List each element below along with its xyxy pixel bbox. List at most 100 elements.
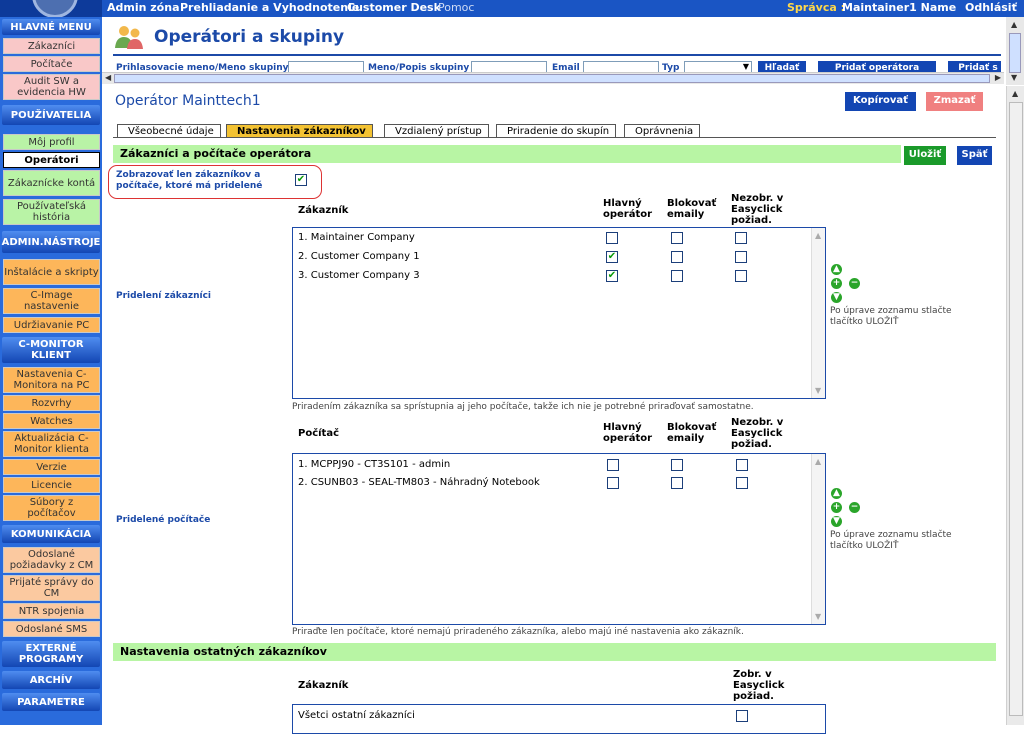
remove-icon[interactable]: − [849,502,860,513]
customer-block-checkbox[interactable] [671,270,683,282]
sidebar-item-instalacie[interactable]: Inštalácie a skripty [3,259,100,285]
nav-admin-zona[interactable]: Admin zóna [107,1,180,14]
copy-button[interactable]: Kopírovať [845,92,916,111]
sidebar-item-watches[interactable]: Watches [3,413,100,429]
tab-vseobecne[interactable]: Všeobecné údaje [117,124,221,138]
header-horizontal-scrollbar[interactable]: ◀ ▶ [102,72,1004,84]
customer-row-name[interactable]: 3. Customer Company 3 [298,270,420,281]
computer-block-checkbox[interactable] [671,477,683,489]
customer-block-checkbox[interactable] [671,251,683,263]
sidebar-item-zakaznici[interactable]: Zákazníci [3,38,100,54]
tab-opravnenia[interactable]: Oprávnenia [624,124,701,138]
scroll-left-icon[interactable]: ◀ [105,73,111,82]
add-group-button[interactable]: Pridať s [948,61,1001,72]
only-assigned-checkbox[interactable]: ✔ [295,174,307,186]
listbox-scrollbar[interactable]: ▲ ▼ [811,228,825,398]
customer-hide-checkbox[interactable] [735,251,747,263]
sidebar-heading-pouzivatelia[interactable]: POUŽÍVATELIA [2,105,100,125]
move-down-icon[interactable]: ▼ [831,292,842,303]
logout-link[interactable]: Odhlásiť [965,1,1017,14]
header-vertical-scrollbar[interactable]: ▲ ▼ [1006,17,1024,85]
sidebar-item-udrziavanie[interactable]: Udržiavanie PC [3,317,100,333]
scroll-right-icon[interactable]: ▶ [995,73,1001,82]
sidebar-item-odoslane-sms[interactable]: Odoslané SMS [3,621,100,637]
tab-nastavenia-zakaznikov[interactable]: Nastavenia zákazníkov [226,124,373,138]
sidebar-heading-komunikacia[interactable]: KOMUNIKÁCIA [2,525,100,543]
sidebar-item-licencie[interactable]: Licencie [3,477,100,493]
tab-vzdialeny-pristup[interactable]: Vzdialený prístup [384,124,489,138]
customers-save-hint: Po úprave zoznamu stlačte tlačítko ULOŽI… [830,306,952,327]
scroll-up-icon[interactable]: ▲ [1012,89,1018,98]
filter-type-select[interactable]: ▼ [684,61,752,72]
sidebar-item-subory[interactable]: Súbory z počítačov [3,495,100,521]
scrollbar-thumb[interactable] [114,74,990,83]
computer-row-name[interactable]: 1. MCPPJ90 - CT3S101 - admin [298,459,450,470]
sidebar-item-moj-profil[interactable]: Môj profil [3,134,100,150]
customer-row-name[interactable]: 1. Maintainer Company [298,232,415,243]
sidebar-heading-archiv[interactable]: ARCHÍV [2,671,100,689]
computers-col-name: Počítač [298,428,340,439]
sidebar-heading-main-menu[interactable]: HLAVNÉ MENU [2,19,100,35]
computer-main-checkbox[interactable] [607,459,619,471]
scrollbar-thumb[interactable] [1009,33,1021,73]
sidebar-heading-externe[interactable]: EXTERNÉ PROGRAMY [2,641,100,667]
sidebar-item-verzie[interactable]: Verzie [3,459,100,475]
filter-email-input[interactable] [583,61,659,72]
computer-hide-checkbox[interactable] [736,459,748,471]
remove-icon[interactable]: − [849,278,860,289]
computer-row-name[interactable]: 2. CSUNB03 - SEAL-TM803 - Náhradný Noteb… [298,477,540,488]
computer-hide-checkbox[interactable] [736,477,748,489]
listbox-scrollbar[interactable]: ▲ ▼ [811,454,825,624]
add-operator-button[interactable]: Pridať operátora [818,61,936,72]
sidebar-item-nastavenia-cm[interactable]: Nastavenia C-Monitora na PC [3,367,100,393]
sidebar-item-aktualizacia[interactable]: Aktualizácia C-Monitor klienta [3,431,100,457]
customer-main-checkbox[interactable]: ✔ [606,270,618,282]
add-icon[interactable]: + [831,278,842,289]
nav-prehliadanie[interactable]: Prehliadanie a Vyhodnotenie [180,1,359,14]
scroll-down-icon[interactable]: ▼ [815,386,821,395]
save-button[interactable]: Uložiť [904,146,946,165]
sidebar-item-ntr[interactable]: NTR spojenia [3,603,100,619]
computer-main-checkbox[interactable] [607,477,619,489]
nav-pomoc[interactable]: Pomoc [438,1,474,14]
sidebar-item-odoslane-poziadavky[interactable]: Odoslané požiadavky z CM [3,547,100,573]
back-button[interactable]: Späť [957,146,992,165]
sidebar-item-zakaznicke-konta[interactable]: Zákaznícke kontá [3,170,100,196]
customer-main-checkbox[interactable]: ✔ [606,251,618,263]
scroll-down-icon[interactable]: ▼ [815,612,821,621]
customer-main-checkbox[interactable] [606,232,618,244]
customer-hide-checkbox[interactable] [735,270,747,282]
sidebar-heading-admin-nastroje[interactable]: ADMIN.NÁSTROJE [2,231,100,253]
move-up-icon[interactable]: ▲ [831,264,842,275]
customer-row-name[interactable]: 2. Customer Company 1 [298,251,420,262]
sidebar-heading-cmonitor[interactable]: C-MONITOR KLIENT [2,337,100,363]
delete-button[interactable]: Zmazať [926,92,983,111]
search-button[interactable]: Hľadať [758,61,806,72]
filter-name-input[interactable] [471,61,547,72]
sidebar-item-audit[interactable]: Audit SW a evidencia HW [3,74,100,100]
move-down-icon[interactable]: ▼ [831,516,842,527]
other-show-checkbox[interactable] [736,710,748,722]
scroll-up-icon[interactable]: ▲ [815,457,821,466]
sidebar-item-cimage[interactable]: C-Image nastavenie [3,288,100,314]
scroll-up-icon[interactable]: ▲ [815,231,821,240]
customer-hide-checkbox[interactable] [735,232,747,244]
nav-customer-desk[interactable]: Customer Desk [347,1,441,14]
sidebar-item-rozvrhy[interactable]: Rozvrhy [3,395,100,411]
sidebar-item-pocitace[interactable]: Počítače [3,56,100,72]
move-up-icon[interactable]: ▲ [831,488,842,499]
main-vertical-scrollbar[interactable]: ▲ [1006,86,1024,725]
customer-block-checkbox[interactable] [671,232,683,244]
sidebar-heading-parametre[interactable]: PARAMETRE [2,693,100,711]
add-icon[interactable]: + [831,502,842,513]
scroll-down-icon[interactable]: ▼ [1011,73,1017,82]
sidebar-item-operatori[interactable]: Operátori [3,152,100,168]
scrollbar-thumb[interactable] [1009,102,1023,716]
tab-priradenie-skupin[interactable]: Priradenie do skupín [496,124,617,138]
computer-block-checkbox[interactable] [671,459,683,471]
sidebar-item-prijate-spravy[interactable]: Prijaté správy do CM [3,575,100,601]
other-col-show: Zobr. v Easyclick požiad. [733,669,785,702]
sidebar-item-pouz-historia[interactable]: Používateľská história [3,199,100,225]
filter-login-input[interactable] [288,61,364,72]
scroll-up-icon[interactable]: ▲ [1011,20,1017,29]
